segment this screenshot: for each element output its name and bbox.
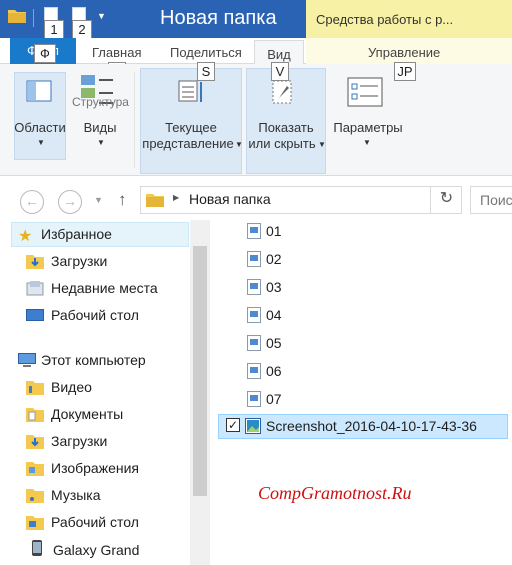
- back-button[interactable]: ←: [20, 190, 44, 214]
- file-item[interactable]: 04: [266, 303, 282, 327]
- videos-folder-icon: [26, 381, 44, 395]
- keytip-2: 2: [72, 20, 92, 39]
- breadcrumb-current[interactable]: Новая папка: [189, 191, 271, 207]
- file-checkbox[interactable]: ✓: [226, 418, 240, 432]
- context-tab-header: Средства работы с р...: [306, 0, 512, 38]
- phone-device-icon: [32, 540, 42, 556]
- file-icon: [247, 335, 261, 351]
- file-item[interactable]: 05: [266, 331, 282, 355]
- recent-places-icon: [26, 281, 44, 296]
- image-file-icon: [245, 418, 261, 434]
- file-item[interactable]: 01: [266, 219, 282, 243]
- areas-caret-icon: ▼: [37, 138, 45, 147]
- current-view-icon: [178, 80, 202, 102]
- computer-icon: [18, 353, 36, 367]
- tree-desktop[interactable]: Рабочий стол: [51, 303, 139, 327]
- music-folder-icon: [26, 489, 44, 503]
- pictures-folder-icon: [26, 462, 44, 476]
- options-icon[interactable]: [346, 76, 386, 110]
- tree-galaxy-grand[interactable]: Galaxy Grand: [53, 538, 139, 562]
- star-icon: ★: [18, 228, 33, 245]
- qat-dropdown-icon[interactable]: ▼: [97, 11, 106, 21]
- documents-folder-icon: [26, 408, 44, 422]
- file-item[interactable]: 02: [266, 247, 282, 271]
- desktop-folder-icon: [26, 516, 44, 530]
- show-hide-line1: Показать: [258, 120, 314, 135]
- nav-pane-icon: [26, 80, 52, 102]
- keytip-options: JP: [394, 62, 416, 81]
- tree-pictures[interactable]: Изображения: [51, 456, 139, 480]
- tree-this-pc[interactable]: Этот компьютер: [41, 348, 146, 372]
- show-hide-line2: или скрыть: [248, 136, 316, 151]
- options-label[interactable]: Параметры: [330, 120, 406, 136]
- file-icon: [247, 279, 261, 295]
- tab-share[interactable]: Поделиться: [170, 38, 242, 64]
- current-view-caret-icon: ▼: [235, 140, 243, 149]
- tab-manage[interactable]: Управление: [368, 38, 440, 64]
- tree-documents[interactable]: Документы: [51, 402, 123, 426]
- current-view-line2: представление: [142, 136, 234, 151]
- current-view-line1: Текущее: [165, 120, 217, 135]
- tree-favorites[interactable]: Избранное: [41, 222, 112, 246]
- tree-desktop-pc[interactable]: Рабочий стол: [51, 510, 139, 534]
- tree-downloads[interactable]: Загрузки: [51, 249, 107, 273]
- areas-label: Области: [14, 120, 66, 135]
- folder-icon[interactable]: [8, 8, 26, 23]
- context-tab-label: Средства работы с р...: [316, 12, 454, 27]
- forward-button[interactable]: →: [58, 190, 82, 214]
- recent-locations-icon[interactable]: ▼: [94, 195, 103, 205]
- views-caret-icon: ▼: [97, 138, 105, 147]
- watermark-text: CompGramotnost.Ru: [258, 483, 412, 503]
- show-hide-caret-icon: ▼: [318, 140, 326, 149]
- file-icon: [247, 391, 261, 407]
- options-caret-icon: ▼: [363, 138, 371, 147]
- qat-separator: [33, 9, 34, 27]
- up-icon[interactable]: ↑: [118, 190, 127, 210]
- selected-file-name[interactable]: Screenshot_2016-04-10-17-43-36: [266, 414, 477, 438]
- tree-recent-places[interactable]: Недавние места: [51, 276, 158, 300]
- downloads-folder-icon: [26, 255, 44, 269]
- group-divider: [134, 72, 135, 168]
- file-icon: [247, 307, 261, 323]
- structure-caption: Структура: [72, 95, 129, 109]
- file-icon: [247, 223, 261, 239]
- views-label[interactable]: Виды: [78, 120, 122, 136]
- keytip-show-hide: V: [271, 62, 289, 81]
- tab-home[interactable]: Главная: [92, 38, 141, 64]
- breadcrumb-chevron-icon[interactable]: ▶: [173, 193, 179, 202]
- file-item[interactable]: 06: [266, 359, 282, 383]
- address-folder-icon: [146, 194, 164, 207]
- window-title: Новая папка: [160, 7, 277, 29]
- search-placeholder: Поис: [480, 192, 512, 208]
- keytip-file: Ф: [34, 44, 56, 63]
- file-item[interactable]: 07: [266, 387, 282, 411]
- tree-music[interactable]: Музыка: [51, 483, 101, 507]
- keytip-1: 1: [44, 20, 64, 39]
- file-icon: [247, 251, 261, 267]
- show-hide-icon: [272, 80, 292, 104]
- refresh-icon[interactable]: ↻: [430, 186, 462, 214]
- tree-downloads-pc[interactable]: Загрузки: [51, 429, 107, 453]
- tree-videos[interactable]: Видео: [51, 375, 92, 399]
- downloads-folder-icon: [26, 435, 44, 449]
- file-item[interactable]: 03: [266, 275, 282, 299]
- keytip-current-view: S: [197, 62, 215, 81]
- file-icon: [247, 363, 261, 379]
- desktop-icon: [26, 309, 44, 321]
- nav-scrollbar-thumb[interactable]: [193, 246, 207, 496]
